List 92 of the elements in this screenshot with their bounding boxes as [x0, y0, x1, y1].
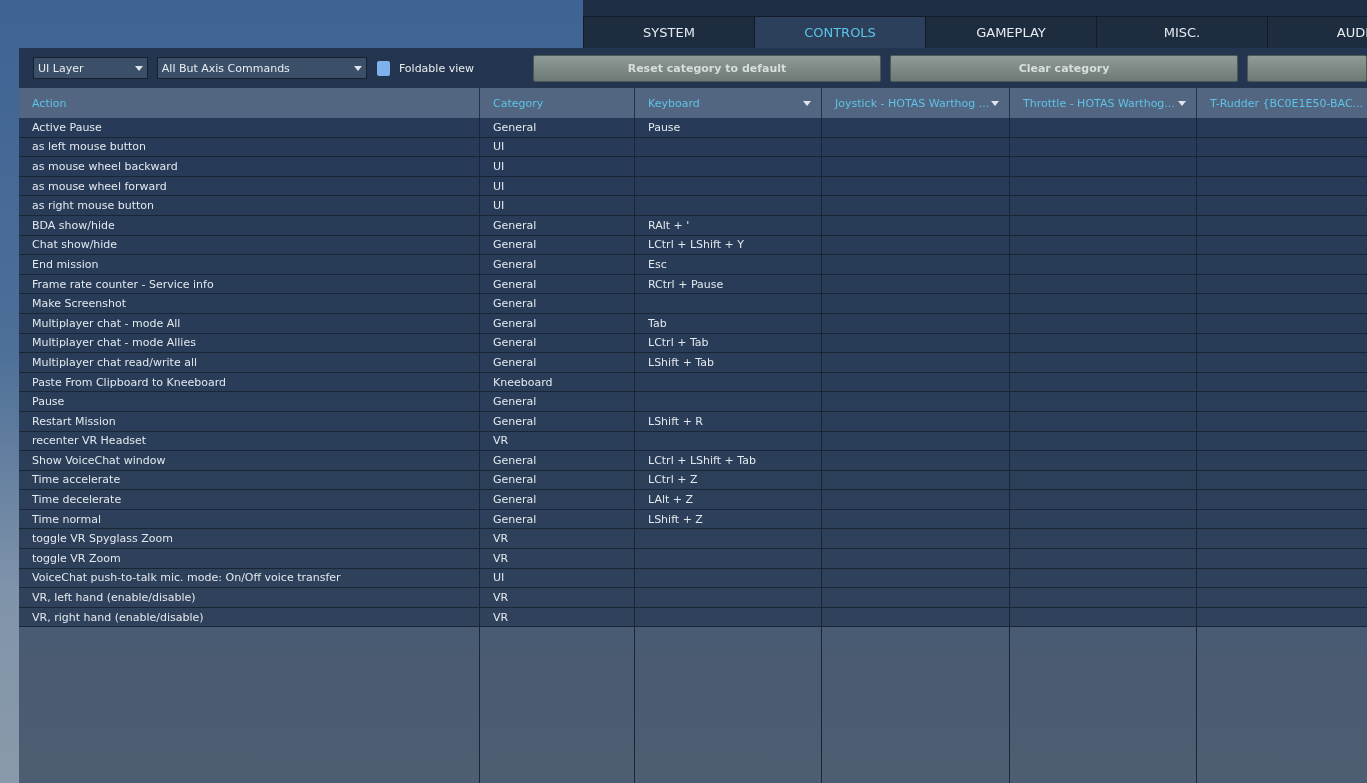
caret-icon	[991, 100, 999, 106]
caret-icon	[134, 65, 143, 71]
table-cell-text: Make Screenshot	[31, 296, 128, 313]
table-row[interactable]: Time decelerate General LAlt + Z	[19, 490, 1367, 510]
dropdown[interactable]: UI Layer	[33, 57, 148, 79]
dropdown[interactable]: All But Axis Commands	[156, 57, 367, 79]
table-cell-text: BDA show/hide	[31, 217, 116, 234]
table-cell-text: General	[492, 472, 538, 489]
table-cell-text: General	[492, 394, 538, 411]
table-cell-text: General	[492, 256, 538, 273]
table-row[interactable]: Show VoiceChat window General LCtrl + LShift + Tab	[19, 451, 1367, 471]
table-cell-text: VR	[492, 590, 510, 607]
table-cell-text: VR	[492, 433, 510, 450]
table-cell-text: General	[492, 354, 538, 371]
table-row[interactable]: Multiplayer chat read/write all General LShift + Tab	[19, 353, 1367, 373]
table-row[interactable]: toggle VR Spyglass Zoom VR	[19, 529, 1367, 550]
table-cell-text: Kneeboard	[492, 374, 554, 391]
table-cell-text: as left mouse button	[31, 139, 147, 156]
table-cell-text: UI	[492, 178, 506, 195]
table-cell-text: LCtrl + Tab	[647, 335, 710, 352]
table-row[interactable]: Active Pause General Pause	[19, 118, 1367, 138]
table-row[interactable]: End mission General Esc	[19, 255, 1367, 275]
table-cell-text: VR, right hand (enable/disable)	[31, 609, 205, 626]
table-cell-text: LAlt + Z	[647, 492, 695, 509]
table-cell-text: UI	[492, 198, 506, 215]
table-cell-text: Show VoiceChat window	[31, 452, 167, 469]
caret-icon	[803, 100, 811, 106]
table-cell-text: Time accelerate	[31, 472, 122, 489]
tab[interactable]: GAMEPLAY	[925, 16, 1096, 48]
table-cell-text: General	[492, 276, 538, 293]
table-cell-text: Pause	[31, 394, 66, 411]
table-cell-text: VR	[492, 550, 510, 567]
table-cell-text: toggle VR Spyglass Zoom	[31, 531, 174, 548]
table-cell-text: UI	[492, 159, 506, 175]
table-cell-text: General	[492, 413, 538, 430]
checkbox[interactable]	[376, 60, 390, 76]
table-row[interactable]: Pause General	[19, 392, 1367, 412]
table-cell-text: LCtrl + LShift + Tab	[647, 452, 757, 469]
table-cell-text: Time decelerate	[31, 492, 123, 509]
table-cell-text: as right mouse button	[31, 198, 155, 215]
table-cell-text: recenter VR Headset	[31, 433, 148, 450]
table-cell-text: VR	[492, 609, 510, 626]
table-cell-text: General	[492, 296, 538, 313]
table-row[interactable]: VR, left hand (enable/disable) VR	[19, 588, 1367, 608]
table-cell-text: General	[492, 335, 538, 352]
table-cell-text: Paste From Clipboard to Kneeboard	[31, 374, 227, 391]
table-cell-text: UI	[492, 139, 506, 156]
table-cell-text: as mouse wheel forward	[31, 178, 168, 195]
tab[interactable]: SYSTEM	[583, 16, 754, 48]
table-cell-text: VoiceChat push-to-talk mic. mode: On/Off voice transfer	[31, 570, 342, 587]
table-cell-text: LShift + R	[647, 413, 704, 430]
table-cell-text: End mission	[31, 256, 100, 273]
table-cell-text: Tab	[647, 315, 668, 332]
table-cell-text: Active Pause	[31, 119, 103, 136]
table-cell-text: VR, left hand (enable/disable)	[31, 590, 197, 607]
table-cell-text: General	[492, 237, 538, 254]
table-cell-text: UI	[492, 570, 506, 587]
button[interactable]	[1247, 54, 1367, 82]
table-row[interactable]: toggle VR Zoom VR	[19, 549, 1367, 569]
tab[interactable]: CONTROLS	[754, 16, 925, 48]
table-cell-text: General	[492, 492, 538, 509]
table-cell-text: Pause	[647, 119, 682, 136]
table-cell-text: LShift + Z	[647, 511, 704, 528]
table-row[interactable]: as right mouse button UI	[19, 196, 1367, 216]
table-cell-text: Multiplayer chat read/write all	[31, 354, 199, 371]
table-cell-text: General	[492, 217, 538, 234]
caret-icon	[353, 65, 362, 71]
table-cell-text: Chat show/hide	[31, 237, 119, 254]
table-cell-text: Frame rate counter - Service info	[31, 276, 215, 293]
table-cell-text: General	[492, 315, 538, 332]
table-cell-text: LCtrl + Z	[647, 472, 699, 489]
table-cell-text: Restart Mission	[31, 413, 117, 430]
table-cell-text: General	[492, 511, 538, 528]
table-cell-text: Multiplayer chat - mode Allies	[31, 335, 197, 352]
table-cell-text: toggle VR Zoom	[31, 550, 122, 567]
table-cell-text: General	[492, 119, 538, 136]
tab[interactable]: AUDI	[1267, 16, 1367, 48]
table-cell-text: LCtrl + LShift + Y	[647, 237, 745, 254]
table-row[interactable]: Make Screenshot General	[19, 294, 1367, 314]
table-cell-text: Time normal	[31, 511, 102, 528]
tab[interactable]: MISC.	[1096, 16, 1267, 48]
table-cell-text: as mouse wheel backward	[31, 159, 179, 175]
table-cell-text: LShift + Tab	[647, 354, 715, 371]
table-cell-text: RCtrl + Pause	[647, 276, 725, 293]
table-cell-text: Esc	[647, 256, 668, 273]
caret-icon	[1178, 100, 1186, 106]
table-cell-text: Multiplayer chat - mode All	[31, 315, 182, 332]
checkbox-label: Foldable view	[398, 61, 474, 75]
table-cell-text: General	[492, 452, 538, 469]
table-cell-text: RAlt + '	[647, 217, 691, 234]
table-cell-text: VR	[492, 531, 510, 548]
table-row[interactable]: as mouse wheel backward UI	[19, 157, 1367, 177]
